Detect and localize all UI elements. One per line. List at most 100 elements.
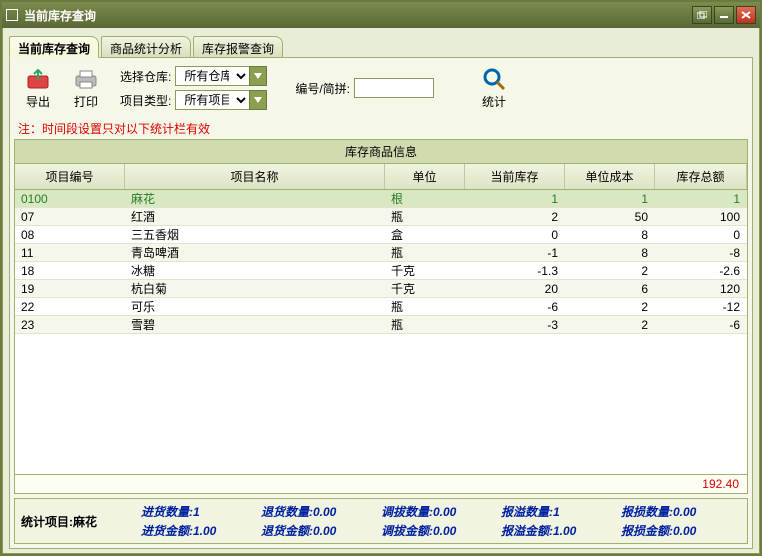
- content-area: 当前库存查询商品统计分析库存报警查询 导出 打印 选择: [2, 28, 760, 554]
- cell: 1: [465, 191, 565, 207]
- stats-values: 进货数量:1退货数量:0.00调拔数量:0.00报溢数量:1报损数量:0.00进…: [141, 503, 741, 539]
- cell: 2: [465, 209, 565, 225]
- table-row[interactable]: 19杭白菊千克206120: [15, 280, 747, 298]
- close-icon: [741, 11, 751, 19]
- cell: -3: [465, 317, 565, 333]
- close-button[interactable]: [736, 6, 756, 24]
- table-row[interactable]: 07红酒瓶250100: [15, 208, 747, 226]
- cell: 瓶: [385, 243, 465, 262]
- cell: -6: [465, 299, 565, 315]
- print-icon: [72, 67, 100, 91]
- cell: 100: [655, 209, 747, 225]
- table-row[interactable]: 23雪碧瓶-32-6: [15, 316, 747, 334]
- itemtype-select[interactable]: 所有项目: [175, 90, 249, 110]
- col-header-3[interactable]: 当前库存: [465, 164, 565, 189]
- stats-item-label: 统计项目:麻花: [21, 513, 141, 530]
- print-button[interactable]: 打印: [64, 67, 108, 110]
- stats-button[interactable]: 统计: [472, 67, 516, 110]
- cell: 0: [655, 227, 747, 243]
- code-input[interactable]: [354, 78, 434, 98]
- tab-0[interactable]: 当前库存查询: [9, 36, 99, 58]
- stat-item: 进货数量:1: [141, 503, 261, 520]
- inventory-grid: 项目编号项目名称单位当前库存单位成本库存总额 0100麻花根11107红酒瓶25…: [14, 163, 748, 494]
- cell: 22: [15, 299, 125, 315]
- stat-item: 报溢数量:1: [501, 503, 621, 520]
- col-header-4[interactable]: 单位成本: [565, 164, 655, 189]
- cell: 19: [15, 281, 125, 297]
- table-row[interactable]: 18冰糖千克-1.32-2.6: [15, 262, 747, 280]
- table-row[interactable]: 11青岛啤酒瓶-18-8: [15, 244, 747, 262]
- minimize-button[interactable]: [714, 6, 734, 24]
- print-label: 打印: [74, 93, 98, 110]
- restore-icon: [697, 11, 707, 19]
- export-icon: [24, 67, 52, 91]
- cell: 07: [15, 209, 125, 225]
- cell: 红酒: [125, 207, 385, 226]
- col-header-5[interactable]: 库存总额: [655, 164, 747, 189]
- warehouse-dropdown-button[interactable]: [249, 66, 267, 86]
- table-row[interactable]: 22可乐瓶-62-12: [15, 298, 747, 316]
- stat-item: 退货金额:0.00: [261, 522, 381, 539]
- cell: 三五香烟: [125, 225, 385, 244]
- app-window: 当前库存查询 当前库存查询商品统计分析库存报警查询 导出: [0, 0, 762, 556]
- tab-1[interactable]: 商品统计分析: [101, 36, 191, 58]
- col-header-0[interactable]: 项目编号: [15, 164, 125, 189]
- cell: 2: [565, 263, 655, 279]
- code-label: 编号/简拼:: [295, 80, 350, 97]
- chevron-down-icon: [254, 73, 262, 79]
- col-header-2[interactable]: 单位: [385, 164, 465, 189]
- cell: -8: [655, 245, 747, 261]
- stats-label: 统计: [482, 93, 506, 110]
- col-header-1[interactable]: 项目名称: [125, 164, 385, 189]
- tab-2[interactable]: 库存报警查询: [193, 36, 283, 58]
- cell: 瓶: [385, 207, 465, 226]
- window-title: 当前库存查询: [24, 7, 690, 24]
- table-row[interactable]: 08三五香烟盒080: [15, 226, 747, 244]
- stat-item: 报损金额:0.00: [621, 522, 741, 539]
- cell: -1: [465, 245, 565, 261]
- cell: 瓶: [385, 297, 465, 316]
- grid-header: 项目编号项目名称单位当前库存单位成本库存总额: [15, 164, 747, 190]
- stat-item: 调拔金额:0.00: [381, 522, 501, 539]
- cell: 盒: [385, 225, 465, 244]
- cell: 120: [655, 281, 747, 297]
- stat-item: 报溢金额:1.00: [501, 522, 621, 539]
- stat-item: 进货金额:1.00: [141, 522, 261, 539]
- itemtype-dropdown-button[interactable]: [249, 90, 267, 110]
- cell: -6: [655, 317, 747, 333]
- stat-item: 退货数量:0.00: [261, 503, 381, 520]
- cell: 23: [15, 317, 125, 333]
- cell: -2.6: [655, 263, 747, 279]
- cell: 2: [565, 299, 655, 315]
- cell: 8: [565, 245, 655, 261]
- cell: 2: [565, 317, 655, 333]
- tab-panel: 导出 打印 选择仓库: 所有仓库: [9, 57, 753, 549]
- cell: 20: [465, 281, 565, 297]
- section-title: 库存商品信息: [14, 139, 748, 163]
- minimize-icon: [719, 11, 729, 19]
- stat-item: 调拔数量:0.00: [381, 503, 501, 520]
- cell: 千克: [385, 261, 465, 280]
- warehouse-select[interactable]: 所有仓库: [175, 66, 249, 86]
- cell: 11: [15, 245, 125, 261]
- cell: 杭白菊: [125, 279, 385, 298]
- cell: 1: [655, 191, 747, 207]
- cell: 0100: [15, 191, 125, 207]
- tab-bar: 当前库存查询商品统计分析库存报警查询: [9, 36, 753, 58]
- cell: -1.3: [465, 263, 565, 279]
- titlebar: 当前库存查询: [2, 2, 760, 28]
- warehouse-label: 选择仓库:: [120, 68, 171, 85]
- search-icon: [480, 67, 508, 91]
- grid-total: 192.40: [15, 474, 747, 493]
- filter-form: 选择仓库: 所有仓库 项目类型:: [120, 66, 267, 110]
- restore-button[interactable]: [692, 6, 712, 24]
- table-row[interactable]: 0100麻花根111: [15, 190, 747, 208]
- grid-body[interactable]: 0100麻花根11107红酒瓶25010008三五香烟盒08011青岛啤酒瓶-1…: [15, 190, 747, 474]
- export-button[interactable]: 导出: [16, 67, 60, 110]
- cell: -12: [655, 299, 747, 315]
- cell: 6: [565, 281, 655, 297]
- itemtype-label: 项目类型:: [120, 92, 171, 109]
- cell: 千克: [385, 279, 465, 298]
- cell: 雪碧: [125, 315, 385, 334]
- cell: 0: [465, 227, 565, 243]
